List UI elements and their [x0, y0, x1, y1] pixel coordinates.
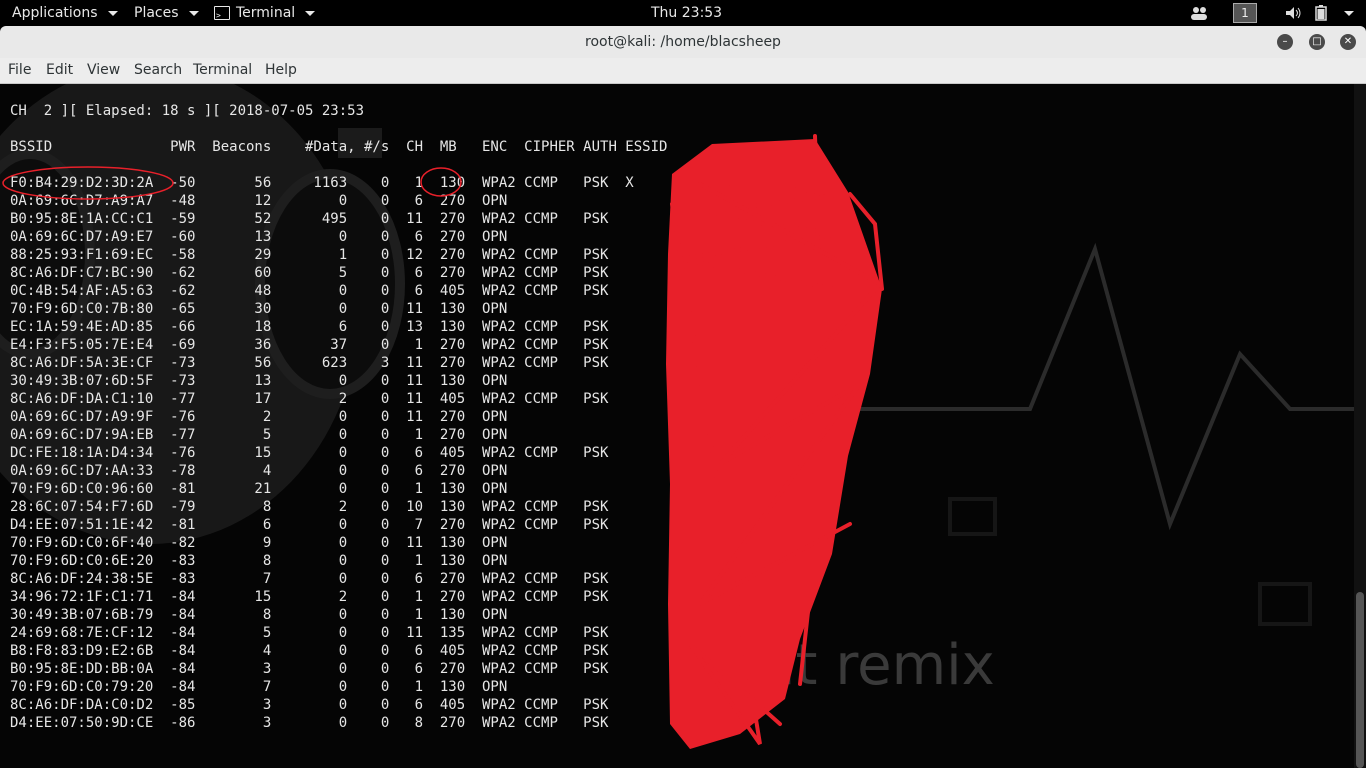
- table-row: 34:96:72:1F:C1:71 -84 15 2 0 1 270 WPA2 …: [10, 589, 609, 605]
- table-row: F0:B4:29:D2:3D:2A -50 56 1163 0 1 130 WP…: [10, 175, 634, 191]
- menu-help[interactable]: Help: [265, 62, 297, 78]
- network-list: F0:B4:29:D2:3D:2A -50 56 1163 0 1 130 WP…: [10, 174, 634, 732]
- table-row: D4:EE:07:51:1E:42 -81 6 0 0 7 270 WPA2 C…: [10, 517, 609, 533]
- chevron-down-icon: [305, 10, 316, 16]
- table-row: 0A:69:6C:D7:AA:33 -78 4 0 0 6 270 OPN: [10, 463, 508, 479]
- menu-search[interactable]: Search: [134, 62, 182, 78]
- table-header: BSSID PWR Beacons #Data, #/s CH MB ENC C…: [10, 139, 668, 155]
- terminal-app-label: Terminal: [236, 5, 296, 21]
- table-row: B8:F8:83:D9:E2:6B -84 4 0 0 6 405 WPA2 C…: [10, 643, 609, 659]
- table-row: 30:49:3B:07:6B:79 -84 8 0 0 1 130 OPN: [10, 607, 508, 623]
- chevron-down-icon: [107, 10, 118, 16]
- table-row: EC:1A:59:4E:AD:85 -66 18 6 0 13 130 WPA2…: [10, 319, 609, 335]
- table-row: B0:95:8E:DD:BB:0A -84 3 0 0 6 270 WPA2 C…: [10, 661, 609, 677]
- redaction-fill: [666, 139, 882, 749]
- table-row: 8C:A6:DF:5A:3E:CF -73 56 623 3 11 270 WP…: [10, 355, 609, 371]
- redaction-strokes: [670, 134, 884, 746]
- table-row: 70:F9:6D:C0:6F:40 -82 9 0 0 11 130 OPN: [10, 535, 508, 551]
- applications-menu[interactable]: Applications: [12, 0, 118, 26]
- table-row: DC:FE:18:1A:D4:34 -76 15 0 0 6 405 WPA2 …: [10, 445, 609, 461]
- table-row: 70:F9:6D:C0:79:20 -84 7 0 0 1 130 OPN: [10, 679, 508, 695]
- table-row: 70:F9:6D:C0:6E:20 -83 8 0 0 1 130 OPN: [10, 553, 508, 569]
- volume-icon[interactable]: [1285, 0, 1303, 26]
- table-row: B0:95:8E:1A:CC:C1 -59 52 495 0 11 270 WP…: [10, 211, 609, 227]
- system-menu[interactable]: [1340, 0, 1354, 26]
- window-title: root@kali: /home/blacsheep: [585, 34, 781, 50]
- applications-label: Applications: [12, 5, 98, 21]
- table-row: 8C:A6:DF:24:38:5E -83 7 0 0 6 270 WPA2 C…: [10, 571, 609, 587]
- window-titlebar[interactable]: root@kali: /home/blacsheep – □ ✕: [0, 26, 1366, 58]
- menu-edit[interactable]: Edit: [46, 62, 73, 78]
- menu-file[interactable]: File: [8, 62, 31, 78]
- chevron-down-icon: [1344, 10, 1354, 16]
- table-row: 70:F9:6D:C0:7B:80 -65 30 0 0 11 130 OPN: [10, 301, 508, 317]
- top-panel: Applications Places Terminal Thu 23:53 1: [0, 0, 1366, 29]
- table-row: 88:25:93:F1:69:EC -58 29 1 0 12 270 WPA2…: [10, 247, 609, 263]
- clock[interactable]: Thu 23:53: [651, 0, 722, 26]
- battery-icon[interactable]: [1315, 0, 1327, 26]
- minimize-button[interactable]: –: [1277, 34, 1293, 50]
- clock-label: Thu 23:53: [651, 5, 723, 21]
- terminal-scrollbar[interactable]: [1354, 84, 1366, 768]
- places-menu[interactable]: Places: [134, 0, 199, 26]
- terminal-app-menu[interactable]: Terminal: [214, 0, 316, 29]
- table-row: D4:EE:07:50:9D:CE -86 3 0 0 8 270 WPA2 C…: [10, 715, 609, 731]
- table-row: 0A:69:6C:D7:A9:9F -76 2 0 0 11 270 OPN: [10, 409, 508, 425]
- menubar: File Edit View Search Terminal Help: [0, 58, 1366, 84]
- table-row: 8C:A6:DF:DA:C1:10 -77 17 2 0 11 405 WPA2…: [10, 391, 609, 407]
- menu-terminal[interactable]: Terminal: [193, 62, 252, 78]
- table-row: 0C:4B:54:AF:A5:63 -62 48 0 0 6 405 WPA2 …: [10, 283, 609, 299]
- menu-view[interactable]: View: [87, 62, 120, 78]
- table-row: 8C:A6:DF:C7:BC:90 -62 60 5 0 6 270 WPA2 …: [10, 265, 609, 281]
- scrollbar-thumb[interactable]: [1356, 592, 1364, 768]
- table-row: 70:F9:6D:C0:96:60 -81 21 0 0 1 130 OPN: [10, 481, 508, 497]
- table-row: 0A:69:6C:D7:A9:E7 -60 13 0 0 6 270 OPN: [10, 229, 508, 245]
- table-row: 24:69:68:7E:CF:12 -84 5 0 0 11 135 WPA2 …: [10, 625, 609, 641]
- terminal-icon: [214, 3, 230, 29]
- airodump-status-line: CH 2 ][ Elapsed: 18 s ][ 2018-07-05 23:5…: [10, 103, 365, 119]
- table-row: 28:6C:07:54:F7:6D -79 8 2 0 10 130 WPA2 …: [10, 499, 609, 515]
- places-label: Places: [134, 5, 179, 21]
- terminal-area[interactable]: it remix CH 2 ][ Elapsed: 18 s ][ 2018-0…: [0, 84, 1366, 768]
- chevron-down-icon: [188, 10, 199, 16]
- table-row: 8C:A6:DF:DA:C0:D2 -85 3 0 0 6 405 WPA2 C…: [10, 697, 609, 713]
- workspace-indicator[interactable]: 1: [1233, 3, 1257, 23]
- close-button[interactable]: ✕: [1340, 34, 1356, 50]
- users-icon[interactable]: [1190, 0, 1208, 26]
- table-row: 0A:69:6C:D7:9A:EB -77 5 0 0 1 270 OPN: [10, 427, 508, 443]
- table-row: 0A:69:6C:D7:A9:A7 -48 12 0 0 6 270 OPN: [10, 193, 508, 209]
- maximize-button[interactable]: □: [1309, 34, 1325, 50]
- table-row: 30:49:3B:07:6D:5F -73 13 0 0 11 130 OPN: [10, 373, 508, 389]
- table-row: E4:F3:F5:05:7E:E4 -69 36 37 0 1 270 WPA2…: [10, 337, 609, 353]
- wallpaper-text: it remix: [780, 633, 995, 698]
